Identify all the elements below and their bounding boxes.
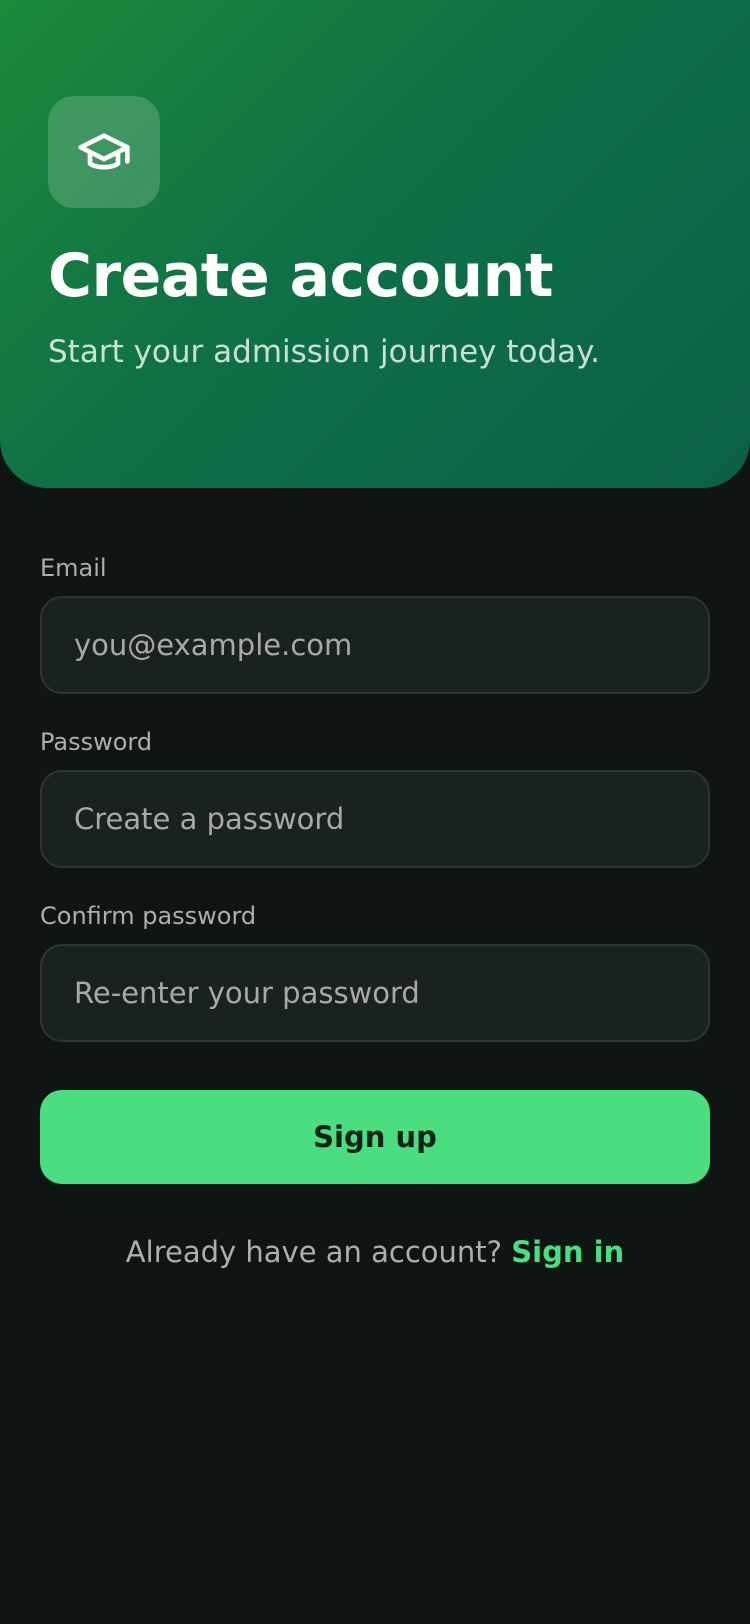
password-label: Password xyxy=(40,728,153,756)
confirm-password-field-container xyxy=(40,944,710,1042)
sign-in-prompt-text: Already have an account? xyxy=(125,1235,503,1269)
email-label: Email xyxy=(40,554,107,582)
email-field-container xyxy=(40,596,710,694)
confirm-password-input[interactable] xyxy=(74,976,676,1010)
sign-in-prompt: Already have an account? Sign in xyxy=(0,1228,750,1276)
page-title: Create account xyxy=(48,241,554,311)
email-input[interactable] xyxy=(74,628,676,662)
graduation-cap-icon xyxy=(78,133,130,170)
page-subtitle: Start your admission journey today. xyxy=(48,334,600,370)
sign-in-link[interactable]: Sign in xyxy=(511,1235,624,1269)
app-logo xyxy=(48,96,160,208)
sign-up-button[interactable]: Sign up xyxy=(40,1090,710,1184)
signup-screen: Create account Start your admission jour… xyxy=(0,0,750,1624)
confirm-password-label: Confirm password xyxy=(40,902,257,930)
password-field-container xyxy=(40,770,710,868)
header-banner: Create account Start your admission jour… xyxy=(0,0,750,488)
password-input[interactable] xyxy=(74,802,676,836)
